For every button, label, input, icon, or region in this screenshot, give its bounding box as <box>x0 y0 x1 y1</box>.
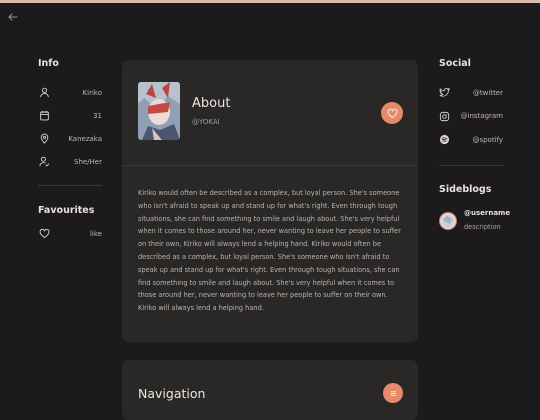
info-location-value: Kanezaka <box>68 134 102 143</box>
instagram-icon <box>439 111 450 122</box>
sideblog-avatar <box>439 208 457 235</box>
right-divider <box>439 164 503 166</box>
sideblog-item[interactable]: @username description <box>439 208 510 235</box>
location-pin-icon <box>38 133 50 145</box>
about-card: About @YOKAI Kiriko would often be descr… <box>122 60 418 342</box>
menu-icon <box>389 389 398 398</box>
about-bio: Kiriko would often be described as a com… <box>138 189 401 313</box>
info-row-age: 31 <box>38 104 102 127</box>
top-accent-bar <box>0 0 540 3</box>
user-icon <box>38 87 50 99</box>
left-sidebar: Info Kiriko 31 Kanezaka She/Her Favourit… <box>38 58 102 245</box>
social-twitter-label: @twitter <box>472 88 503 97</box>
right-sidebar: Social @twitter @instagram @spotify Side… <box>439 58 510 235</box>
heart-icon <box>38 228 50 240</box>
social-spotify-label: @spotify <box>472 135 503 144</box>
navigation-title: Navigation <box>138 386 206 401</box>
about-title: About <box>192 96 231 111</box>
info-pronouns-value: She/Her <box>74 157 102 166</box>
info-age-value: 31 <box>93 111 102 120</box>
spotify-icon <box>439 134 450 145</box>
about-handle: @YOKAI <box>192 118 220 126</box>
social-instagram-label: @instagram <box>460 112 504 121</box>
social-link-instagram[interactable]: @instagram <box>439 105 503 129</box>
info-row-location: Kanezaka <box>38 127 102 150</box>
info-row-pronouns: She/Her <box>38 150 102 173</box>
calendar-icon <box>38 110 50 122</box>
favourites-row-like: like <box>38 222 102 245</box>
about-divider <box>122 165 418 166</box>
favourite-value: like <box>89 229 102 238</box>
favourites-heading: Favourites <box>38 205 95 216</box>
left-divider <box>38 185 102 186</box>
like-button[interactable] <box>381 102 403 124</box>
sideblog-username: @username <box>464 208 511 217</box>
user-check-icon <box>38 156 50 168</box>
sideblogs-heading: Sideblogs <box>439 183 492 195</box>
heart-icon <box>387 108 398 119</box>
navigation-menu-button[interactable] <box>383 383 403 403</box>
social-link-spotify[interactable]: @spotify <box>439 128 503 152</box>
info-name-value: Kiriko <box>82 88 102 97</box>
back-arrow-icon[interactable] <box>7 11 21 25</box>
info-heading: Info <box>38 58 59 69</box>
sideblog-description: description <box>464 222 501 231</box>
navigation-card: Navigation <box>122 360 418 420</box>
social-link-twitter[interactable]: @twitter <box>439 81 503 105</box>
profile-avatar <box>138 82 180 140</box>
social-heading: Social <box>439 58 471 69</box>
twitter-icon <box>439 87 450 98</box>
info-row-name: Kiriko <box>38 81 102 104</box>
